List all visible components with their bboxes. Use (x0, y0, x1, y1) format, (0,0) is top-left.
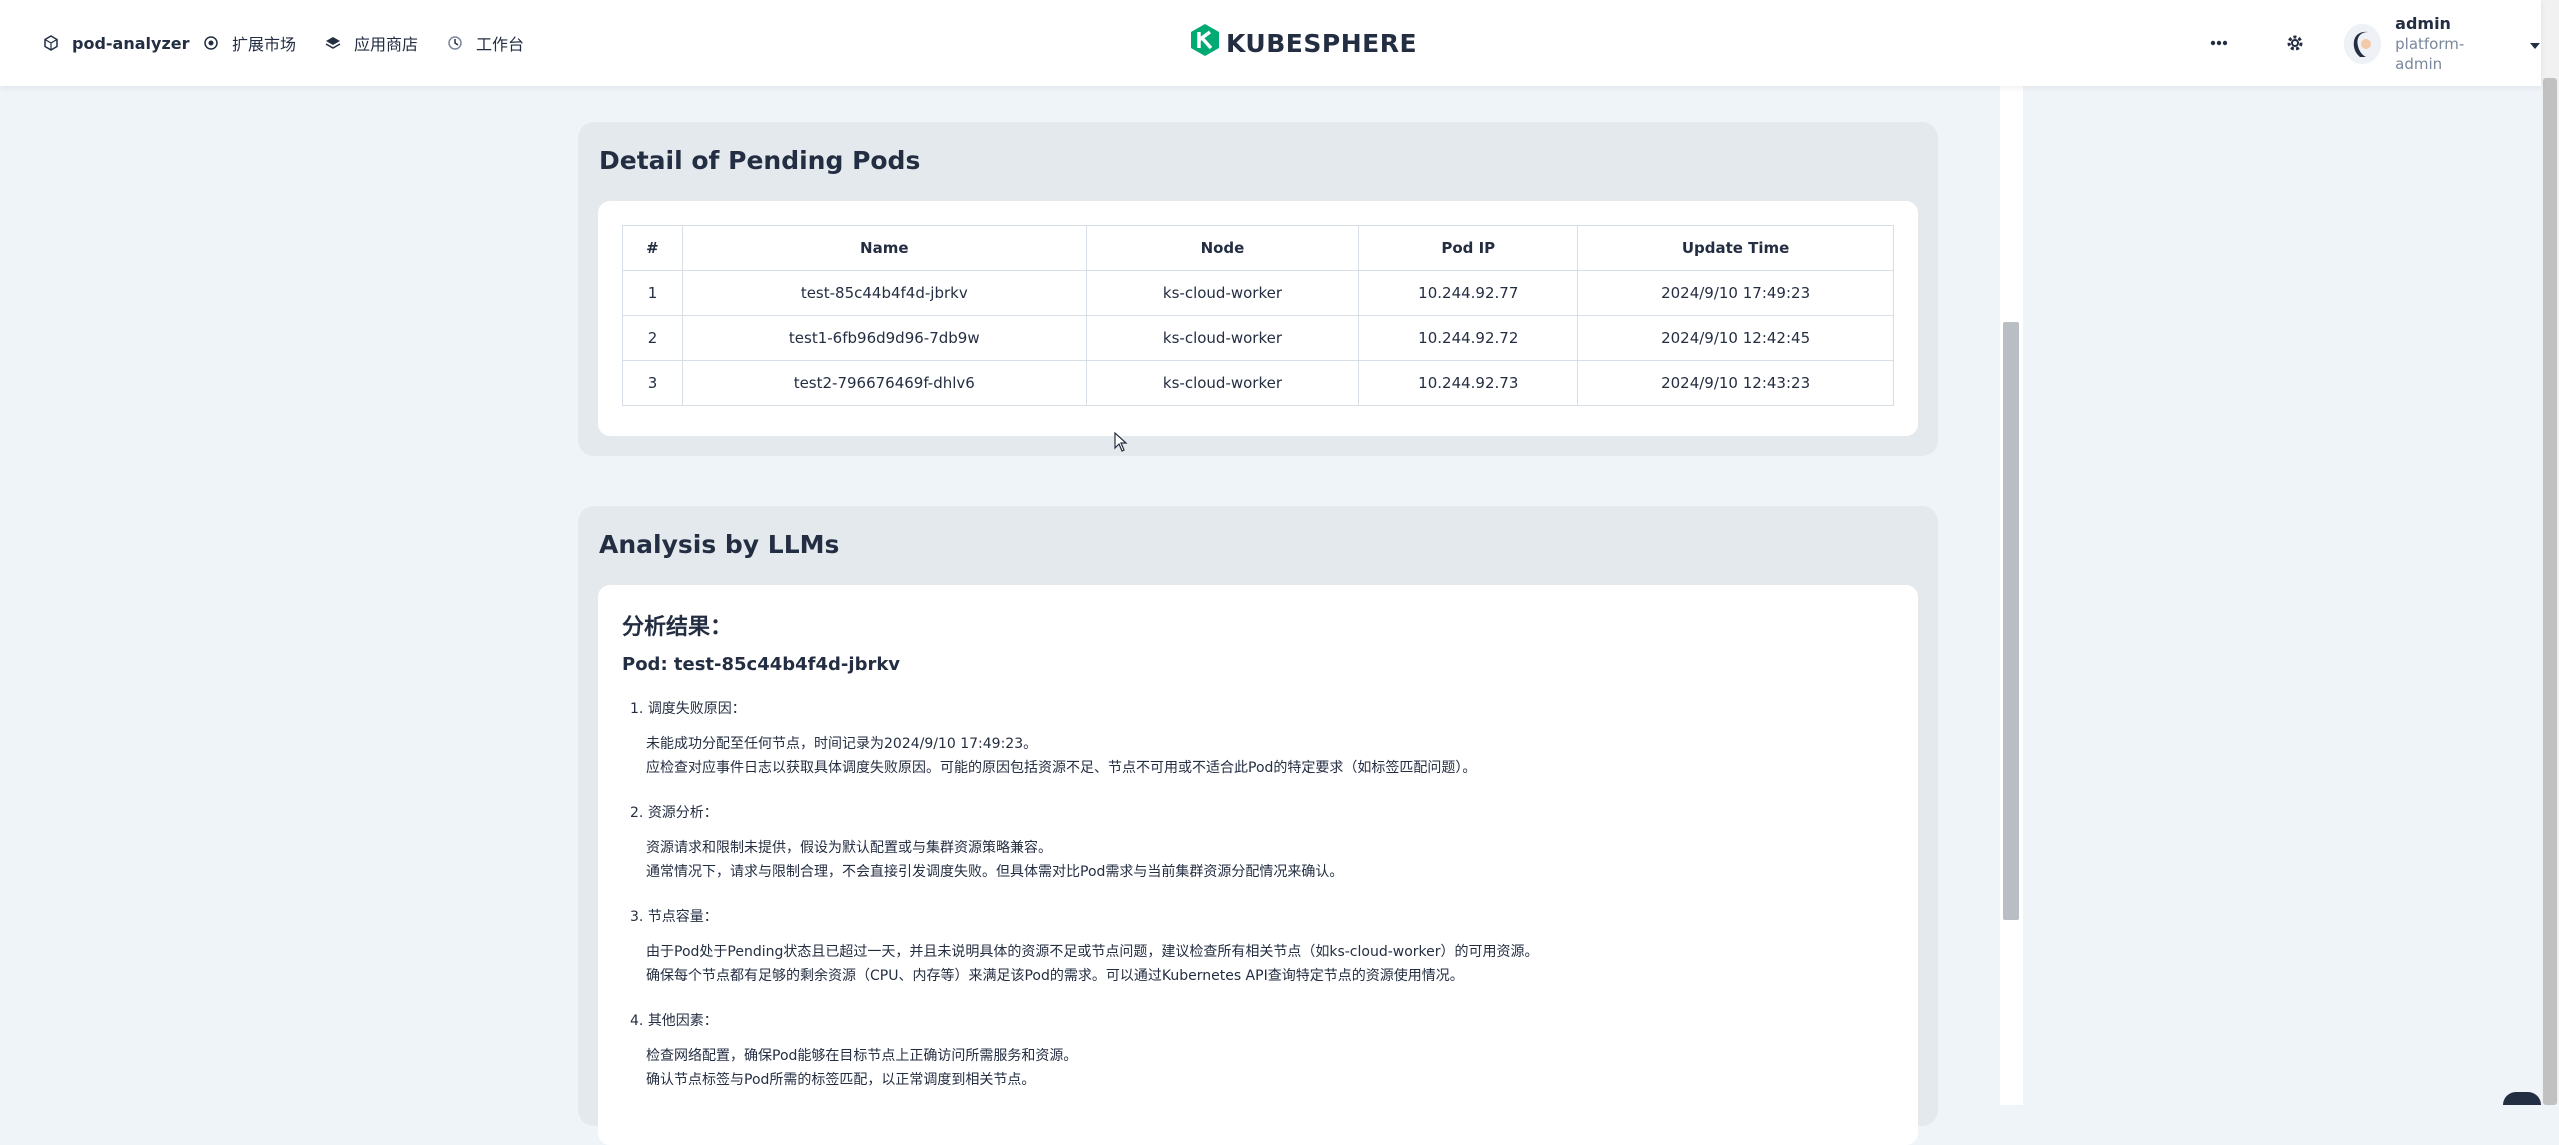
pod-node: ks-cloud-worker (1085, 360, 1360, 406)
update-time: 2024/9/10 12:43:23 (1577, 360, 1894, 406)
list-item: 1. 调度失败原因： (630, 701, 746, 717)
nav-item-pod-analyzer[interactable]: pod-analyzer (40, 0, 190, 86)
update-time: 2024/9/10 17:49:23 (1577, 270, 1894, 316)
user-role: platform-admin (2395, 35, 2465, 73)
pod-name: test1-6fb96d9d96-7db9w (681, 315, 1087, 361)
chevron-down-icon (2529, 35, 2541, 54)
logo-text: KUBESPHERE (1226, 28, 1418, 58)
extension-icon (200, 32, 222, 54)
nav-item-label: 工作台 (476, 35, 525, 54)
nav-item-label: 扩展市场 (232, 35, 297, 54)
analysis-section: Analysis by LLMs 分析结果： Pod: test-85c44b4… (578, 506, 1938, 1145)
item-line: 确认节点标签与Pod所需的标签匹配，以正常调度到相关节点。 (646, 1072, 1036, 1088)
pod-heading: Pod: test-85c44b4f4d-jbrkv (622, 654, 901, 675)
pending-pods-card: # Name Node Pod IP Update Time 1 test-85… (598, 201, 1918, 436)
top-navbar: pod-analyzer 扩展市场 应用商店 工作台 KUBESPHERE ad… (0, 0, 2541, 86)
column-header: Update Time (1577, 225, 1894, 271)
pod-name: test2-796676469f-dhlv6 (681, 360, 1087, 406)
pod-name: test-85c44b4f4d-jbrkv (681, 270, 1087, 316)
update-time: 2024/9/10 12:42:45 (1577, 315, 1894, 361)
gear-icon[interactable] (2280, 28, 2310, 58)
nav-item-label: 应用商店 (354, 35, 419, 54)
user-name: admin (2395, 14, 2451, 33)
nav-item-workbench[interactable]: 工作台 (444, 0, 524, 86)
more-icon[interactable] (2204, 28, 2234, 58)
nav-item-label: pod-analyzer (72, 33, 190, 53)
item-label: 调度失败原因： (647, 701, 746, 717)
floating-toolbox-button[interactable] (2503, 1092, 2541, 1105)
list-item: 3. 节点容量： (630, 909, 718, 925)
item-line: 由于Pod处于Pending状态且已超过一天，并且未说明具体的资源不足或节点问题… (646, 944, 1539, 960)
item-label: 节点容量： (647, 909, 718, 925)
nav-item-app-store[interactable]: 应用商店 (322, 0, 418, 86)
list-item: 2. 资源分析： (630, 805, 718, 821)
table-row[interactable]: 2 test1-6fb96d9d96-7db9w ks-cloud-worker… (622, 315, 1894, 361)
analysis-card: 分析结果： Pod: test-85c44b4f4d-jbrkv 1. 调度失败… (598, 585, 1918, 1145)
column-header: Name (681, 225, 1087, 271)
item-line: 通常情况下，请求与限制合理，不会直接引发调度失败。但具体需对比Pod需求与当前集… (646, 864, 1344, 880)
avatar (2344, 24, 2382, 64)
row-index: 1 (622, 270, 683, 316)
page-scrollbar-thumb[interactable] (2543, 78, 2557, 1105)
pending-pods-section: Detail of Pending Pods # Name Node Pod I… (578, 122, 1938, 456)
section-title: Detail of Pending Pods (599, 146, 921, 175)
pod-node: ks-cloud-worker (1085, 270, 1360, 316)
cube-icon (40, 32, 62, 54)
analysis-heading: 分析结果： (622, 615, 733, 640)
content-scrollbar[interactable] (2003, 322, 2019, 920)
pod-ip: 10.244.92.77 (1358, 270, 1579, 316)
table-header-row: # Name Node Pod IP Update Time (622, 225, 1894, 271)
section-title: Analysis by LLMs (599, 530, 840, 559)
item-line: 资源请求和限制未提供，假设为默认配置或与集群资源策略兼容。 (646, 840, 1052, 856)
pod-node: ks-cloud-worker (1085, 315, 1360, 361)
pod-ip: 10.244.92.72 (1358, 315, 1579, 361)
mouse-cursor-icon (1114, 431, 1128, 452)
user-menu[interactable]: admin platform-admin (2344, 14, 2541, 73)
item-line: 检查网络配置，确保Pod能够在目标节点上正确访问所需服务和资源。 (646, 1048, 1078, 1064)
kubesphere-logo-icon (1190, 23, 1220, 63)
item-label: 其他因素： (647, 1013, 718, 1029)
pending-pods-table: # Name Node Pod IP Update Time 1 test-85… (622, 225, 1894, 406)
pod-ip: 10.244.92.73 (1358, 360, 1579, 406)
row-index: 3 (622, 360, 683, 406)
kubesphere-logo[interactable]: KUBESPHERE (1190, 23, 1418, 63)
item-line: 未能成功分配至任何节点，时间记录为2024/9/10 17:49:23。 (646, 736, 1038, 752)
item-label: 资源分析： (647, 805, 718, 821)
workbench-icon (444, 32, 466, 54)
item-line: 应检查对应事件日志以获取具体调度失败原因。可能的原因包括资源不足、节点不可用或不… (646, 760, 1477, 776)
row-index: 2 (622, 315, 683, 361)
list-item: 4. 其他因素： (630, 1013, 718, 1029)
column-header: # (622, 225, 683, 271)
column-header: Node (1085, 225, 1360, 271)
nav-item-extension-market[interactable]: 扩展市场 (200, 0, 296, 86)
app-store-icon (322, 32, 344, 54)
column-header: Pod IP (1358, 225, 1579, 271)
item-line: 确保每个节点都有足够的剩余资源（CPU、内存等）来满足该Pod的需求。可以通过K… (646, 968, 1464, 984)
table-row[interactable]: 1 test-85c44b4f4d-jbrkv ks-cloud-worker … (622, 270, 1894, 316)
table-row[interactable]: 3 test2-796676469f-dhlv6 ks-cloud-worker… (622, 360, 1894, 406)
